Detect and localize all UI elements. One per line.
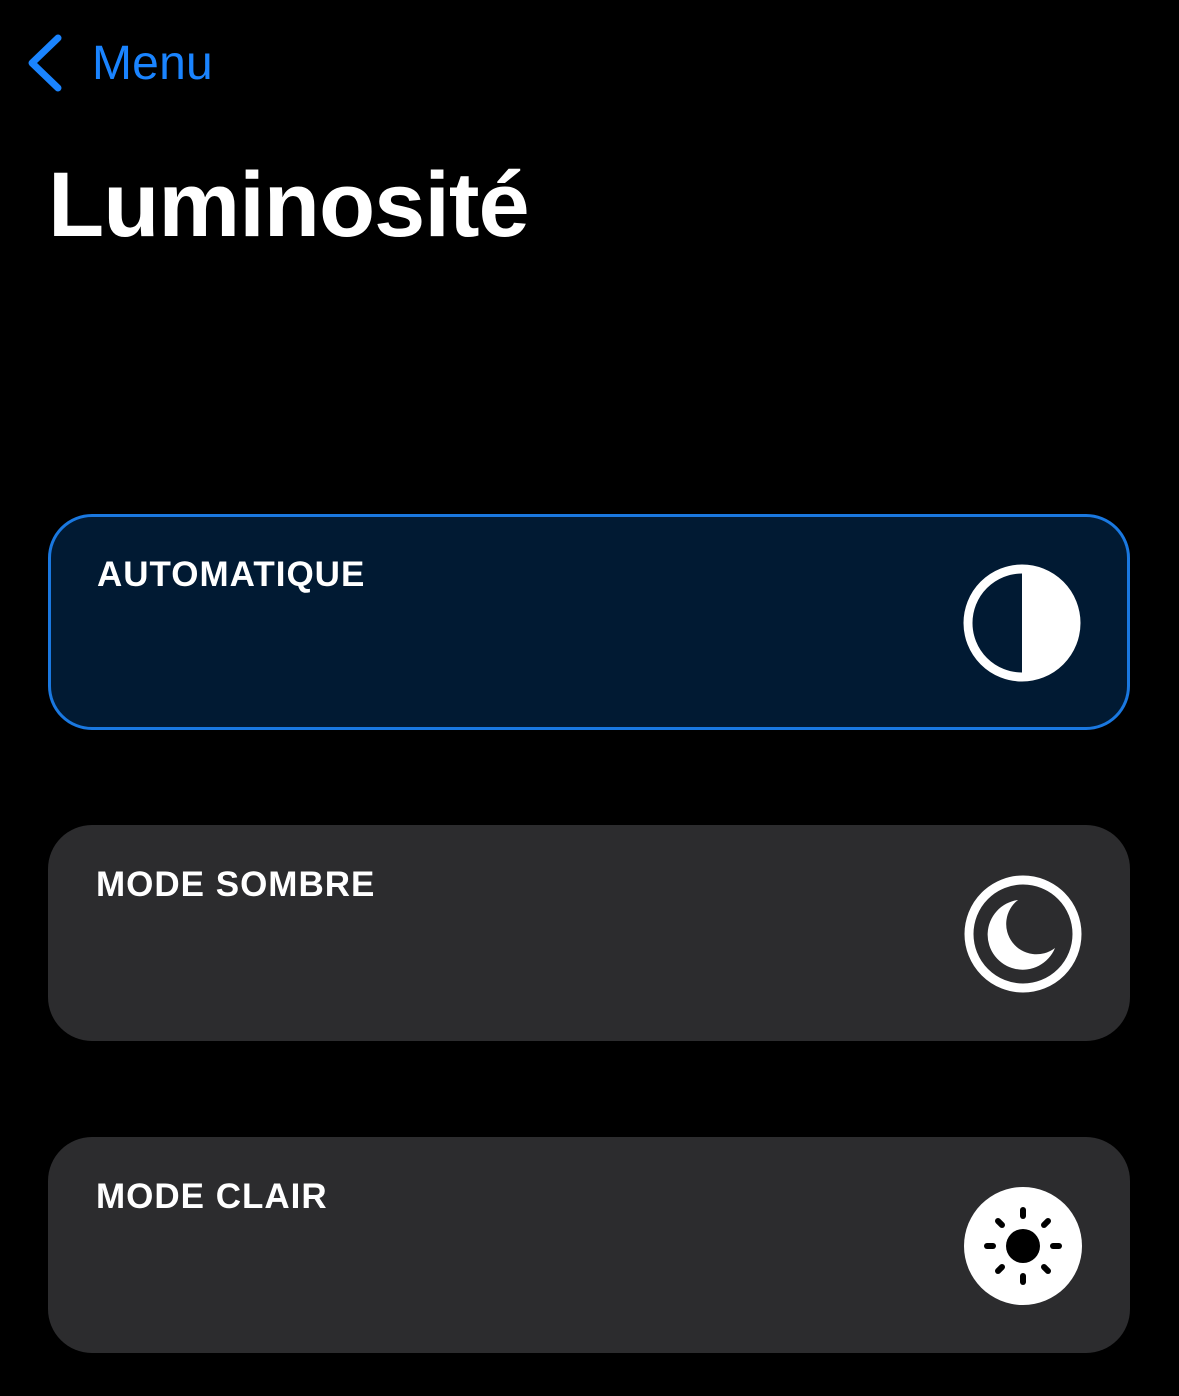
option-mode-sombre[interactable]: MODE SOMBRE [48,825,1130,1041]
option-label: MODE CLAIR [96,1177,328,1216]
option-label: MODE SOMBRE [96,865,376,904]
back-button[interactable]: Menu [22,30,213,96]
option-automatique[interactable]: AUTOMATIQUE [48,514,1130,730]
half-circle-icon [961,562,1083,684]
option-mode-clair[interactable]: MODE CLAIR [48,1137,1130,1353]
sun-icon [962,1185,1084,1307]
option-label: AUTOMATIQUE [97,555,366,594]
chevron-left-icon [22,30,66,96]
back-button-label: Menu [92,36,213,90]
page-title: Luminosité [48,154,530,256]
moon-icon [962,873,1084,995]
